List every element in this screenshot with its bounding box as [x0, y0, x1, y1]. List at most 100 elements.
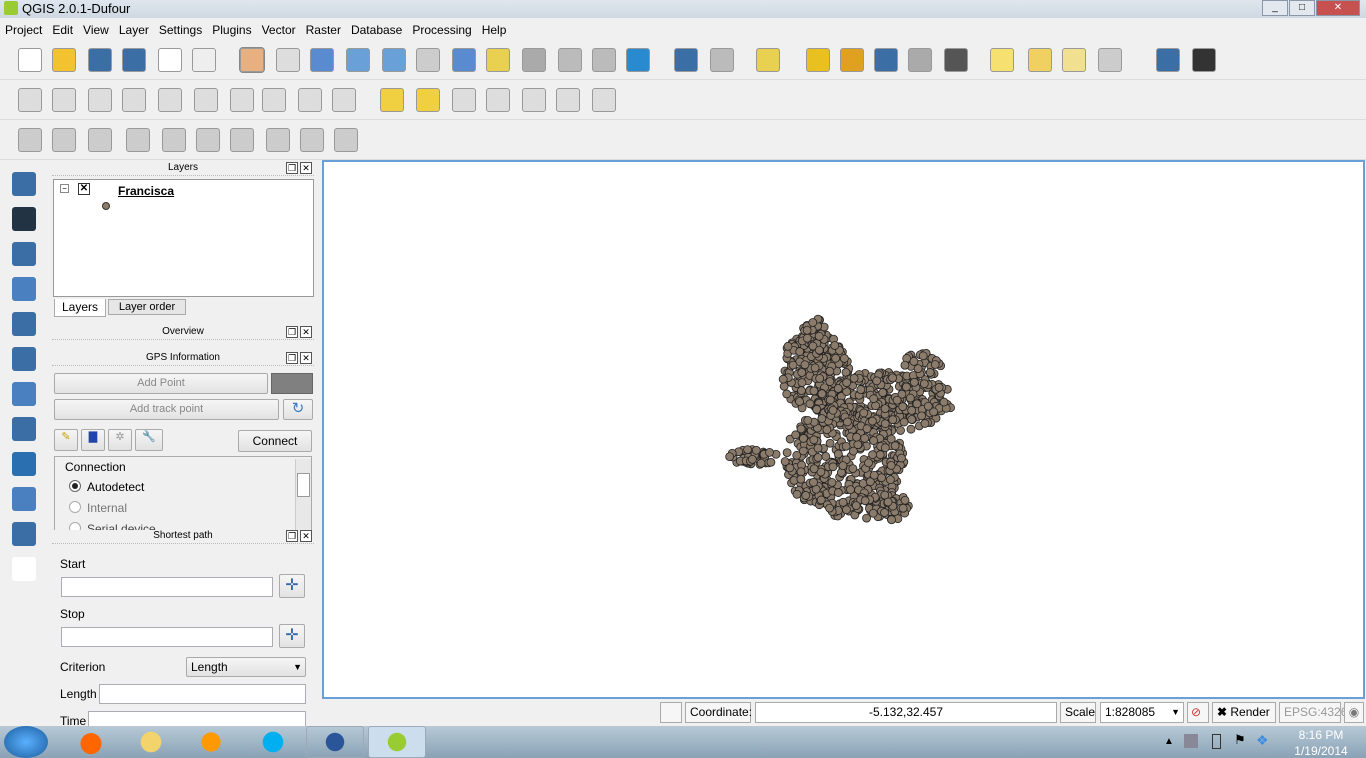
add-wcs-icon[interactable] [230, 128, 254, 152]
word-taskbar-icon[interactable] [306, 726, 364, 758]
float-icon[interactable]: ❐ [286, 326, 298, 338]
zoom-next-icon[interactable] [592, 48, 616, 72]
menu-settings[interactable]: Settings [154, 20, 207, 37]
stop-input[interactable] [61, 627, 273, 647]
close-icon[interactable]: ✕ [300, 162, 312, 174]
add-postgis-layer-icon[interactable] [88, 128, 112, 152]
dropbox-icon[interactable]: ❖ [1256, 732, 1269, 749]
add-oracle-icon[interactable] [12, 347, 36, 371]
move-label-icon[interactable] [486, 88, 510, 112]
show-hidden-icons[interactable]: ▲ [1164, 736, 1174, 747]
zoom-actual-icon[interactable] [416, 48, 440, 72]
add-raster-layer-icon[interactable] [52, 128, 76, 152]
save-edits-icon[interactable] [88, 88, 112, 112]
save-project-icon[interactable] [88, 48, 112, 72]
add-wfs-icon[interactable] [12, 452, 36, 476]
refresh-icon[interactable] [626, 48, 650, 72]
show-hide-labels-icon[interactable] [452, 88, 476, 112]
zoom-to-layer-icon[interactable] [522, 48, 546, 72]
zoom-to-selection-icon[interactable] [486, 48, 510, 72]
add-oracle-icon[interactable] [334, 128, 358, 152]
explorer-taskbar-icon[interactable] [122, 726, 180, 758]
node-tool-icon[interactable] [194, 88, 218, 112]
menu-layer[interactable]: Layer [114, 20, 154, 37]
new-shapefile-icon[interactable] [126, 128, 150, 152]
satellite-icon[interactable]: ✲ [108, 429, 132, 451]
attribute-table-icon[interactable] [874, 48, 898, 72]
new-bookmark-icon[interactable] [1028, 48, 1052, 72]
criterion-select[interactable]: Length ▼ [186, 657, 306, 677]
crs-globe-icon[interactable]: ◉ [1344, 702, 1364, 723]
add-wcs-icon[interactable] [12, 417, 36, 441]
save-as-icon[interactable] [122, 48, 146, 72]
cut-features-icon[interactable] [262, 88, 286, 112]
add-wms-icon[interactable] [196, 128, 220, 152]
tab-layers[interactable]: Layers [54, 299, 106, 317]
wrench-icon[interactable]: 🔧 [135, 429, 163, 451]
zoom-full-icon[interactable] [452, 48, 476, 72]
menu-edit[interactable]: Edit [47, 20, 78, 37]
firefox-taskbar-icon[interactable] [62, 726, 120, 758]
add-spatialite-icon[interactable] [12, 277, 36, 301]
internal-radio[interactable] [69, 501, 81, 513]
layer-visibility-checkbox[interactable]: ✕ [78, 183, 90, 195]
close-button[interactable]: ✕ [1316, 0, 1360, 16]
expression-select-icon[interactable] [840, 48, 864, 72]
add-wfs-icon[interactable] [266, 128, 290, 152]
new-spatialite-icon[interactable] [162, 128, 186, 152]
render-toggle[interactable]: ✖ Render [1212, 702, 1276, 723]
start-button[interactable] [4, 726, 48, 758]
text-annotation-icon[interactable] [1098, 48, 1122, 72]
add-delimited-icon[interactable] [12, 487, 36, 511]
collapse-icon[interactable]: − [60, 184, 69, 193]
move-feature-icon[interactable] [158, 88, 182, 112]
add-delimited-text-icon[interactable] [300, 128, 324, 152]
menu-database[interactable]: Database [346, 20, 407, 37]
annotation-icon[interactable] [990, 48, 1014, 72]
coordinate-value[interactable]: -5.132,32.457 [755, 702, 1057, 723]
coordinate-label[interactable]: Coordinate: [685, 702, 752, 723]
float-icon[interactable]: ❐ [286, 162, 298, 174]
label-tool-icon[interactable] [592, 88, 616, 112]
skype-taskbar-icon[interactable] [244, 726, 302, 758]
minimize-button[interactable]: _ [1262, 0, 1288, 16]
more-icon[interactable] [12, 592, 36, 616]
run-action-icon[interactable] [710, 48, 734, 72]
crs-button[interactable]: EPSG:4326 [1279, 702, 1347, 723]
composer-manager-icon[interactable] [192, 48, 216, 72]
copy-features-icon[interactable] [298, 88, 322, 112]
pin-labels-icon[interactable] [416, 88, 440, 112]
pan-to-selection-icon[interactable] [310, 48, 334, 72]
deselect-icon[interactable] [806, 48, 830, 72]
add-vector-icon[interactable] [12, 172, 36, 196]
capture-point-icon[interactable]: ✛ [279, 574, 305, 598]
rotate-label-icon[interactable] [522, 88, 546, 112]
stop-render-icon[interactable]: ⊘ [1187, 702, 1209, 723]
histogram-icon[interactable]: ▇ [81, 429, 105, 451]
show-bookmarks-icon[interactable] [1062, 48, 1086, 72]
autodetect-radio[interactable] [69, 480, 81, 492]
menu-plugins[interactable]: Plugins [207, 20, 256, 37]
qgis-taskbar-icon[interactable] [368, 726, 426, 758]
close-icon[interactable]: ✕ [300, 352, 312, 364]
pencil-icon[interactable]: ✎ [54, 429, 78, 451]
change-label-icon[interactable] [556, 88, 580, 112]
add-wms-icon[interactable] [12, 382, 36, 406]
media-player-taskbar-icon[interactable] [182, 726, 240, 758]
float-icon[interactable]: ❐ [286, 530, 298, 542]
float-icon[interactable]: ❐ [286, 352, 298, 364]
clock-time[interactable]: 8:16 PM [1286, 728, 1356, 742]
action-center-flag-icon[interactable]: ⚑ [1234, 732, 1246, 748]
add-vector-layer-icon[interactable] [18, 128, 42, 152]
close-icon[interactable]: ✕ [300, 530, 312, 542]
refresh-icon[interactable]: ↻ [283, 399, 313, 420]
menu-processing[interactable]: Processing [407, 20, 476, 37]
start-input[interactable] [61, 577, 273, 597]
menu-project[interactable]: Project [0, 20, 47, 37]
open-project-icon[interactable] [52, 48, 76, 72]
identify-icon[interactable] [674, 48, 698, 72]
measure-icon[interactable] [944, 48, 968, 72]
maximize-button[interactable]: □ [1289, 0, 1315, 16]
add-feature-icon[interactable] [122, 88, 146, 112]
add-point-button[interactable]: Add Point [54, 373, 268, 394]
